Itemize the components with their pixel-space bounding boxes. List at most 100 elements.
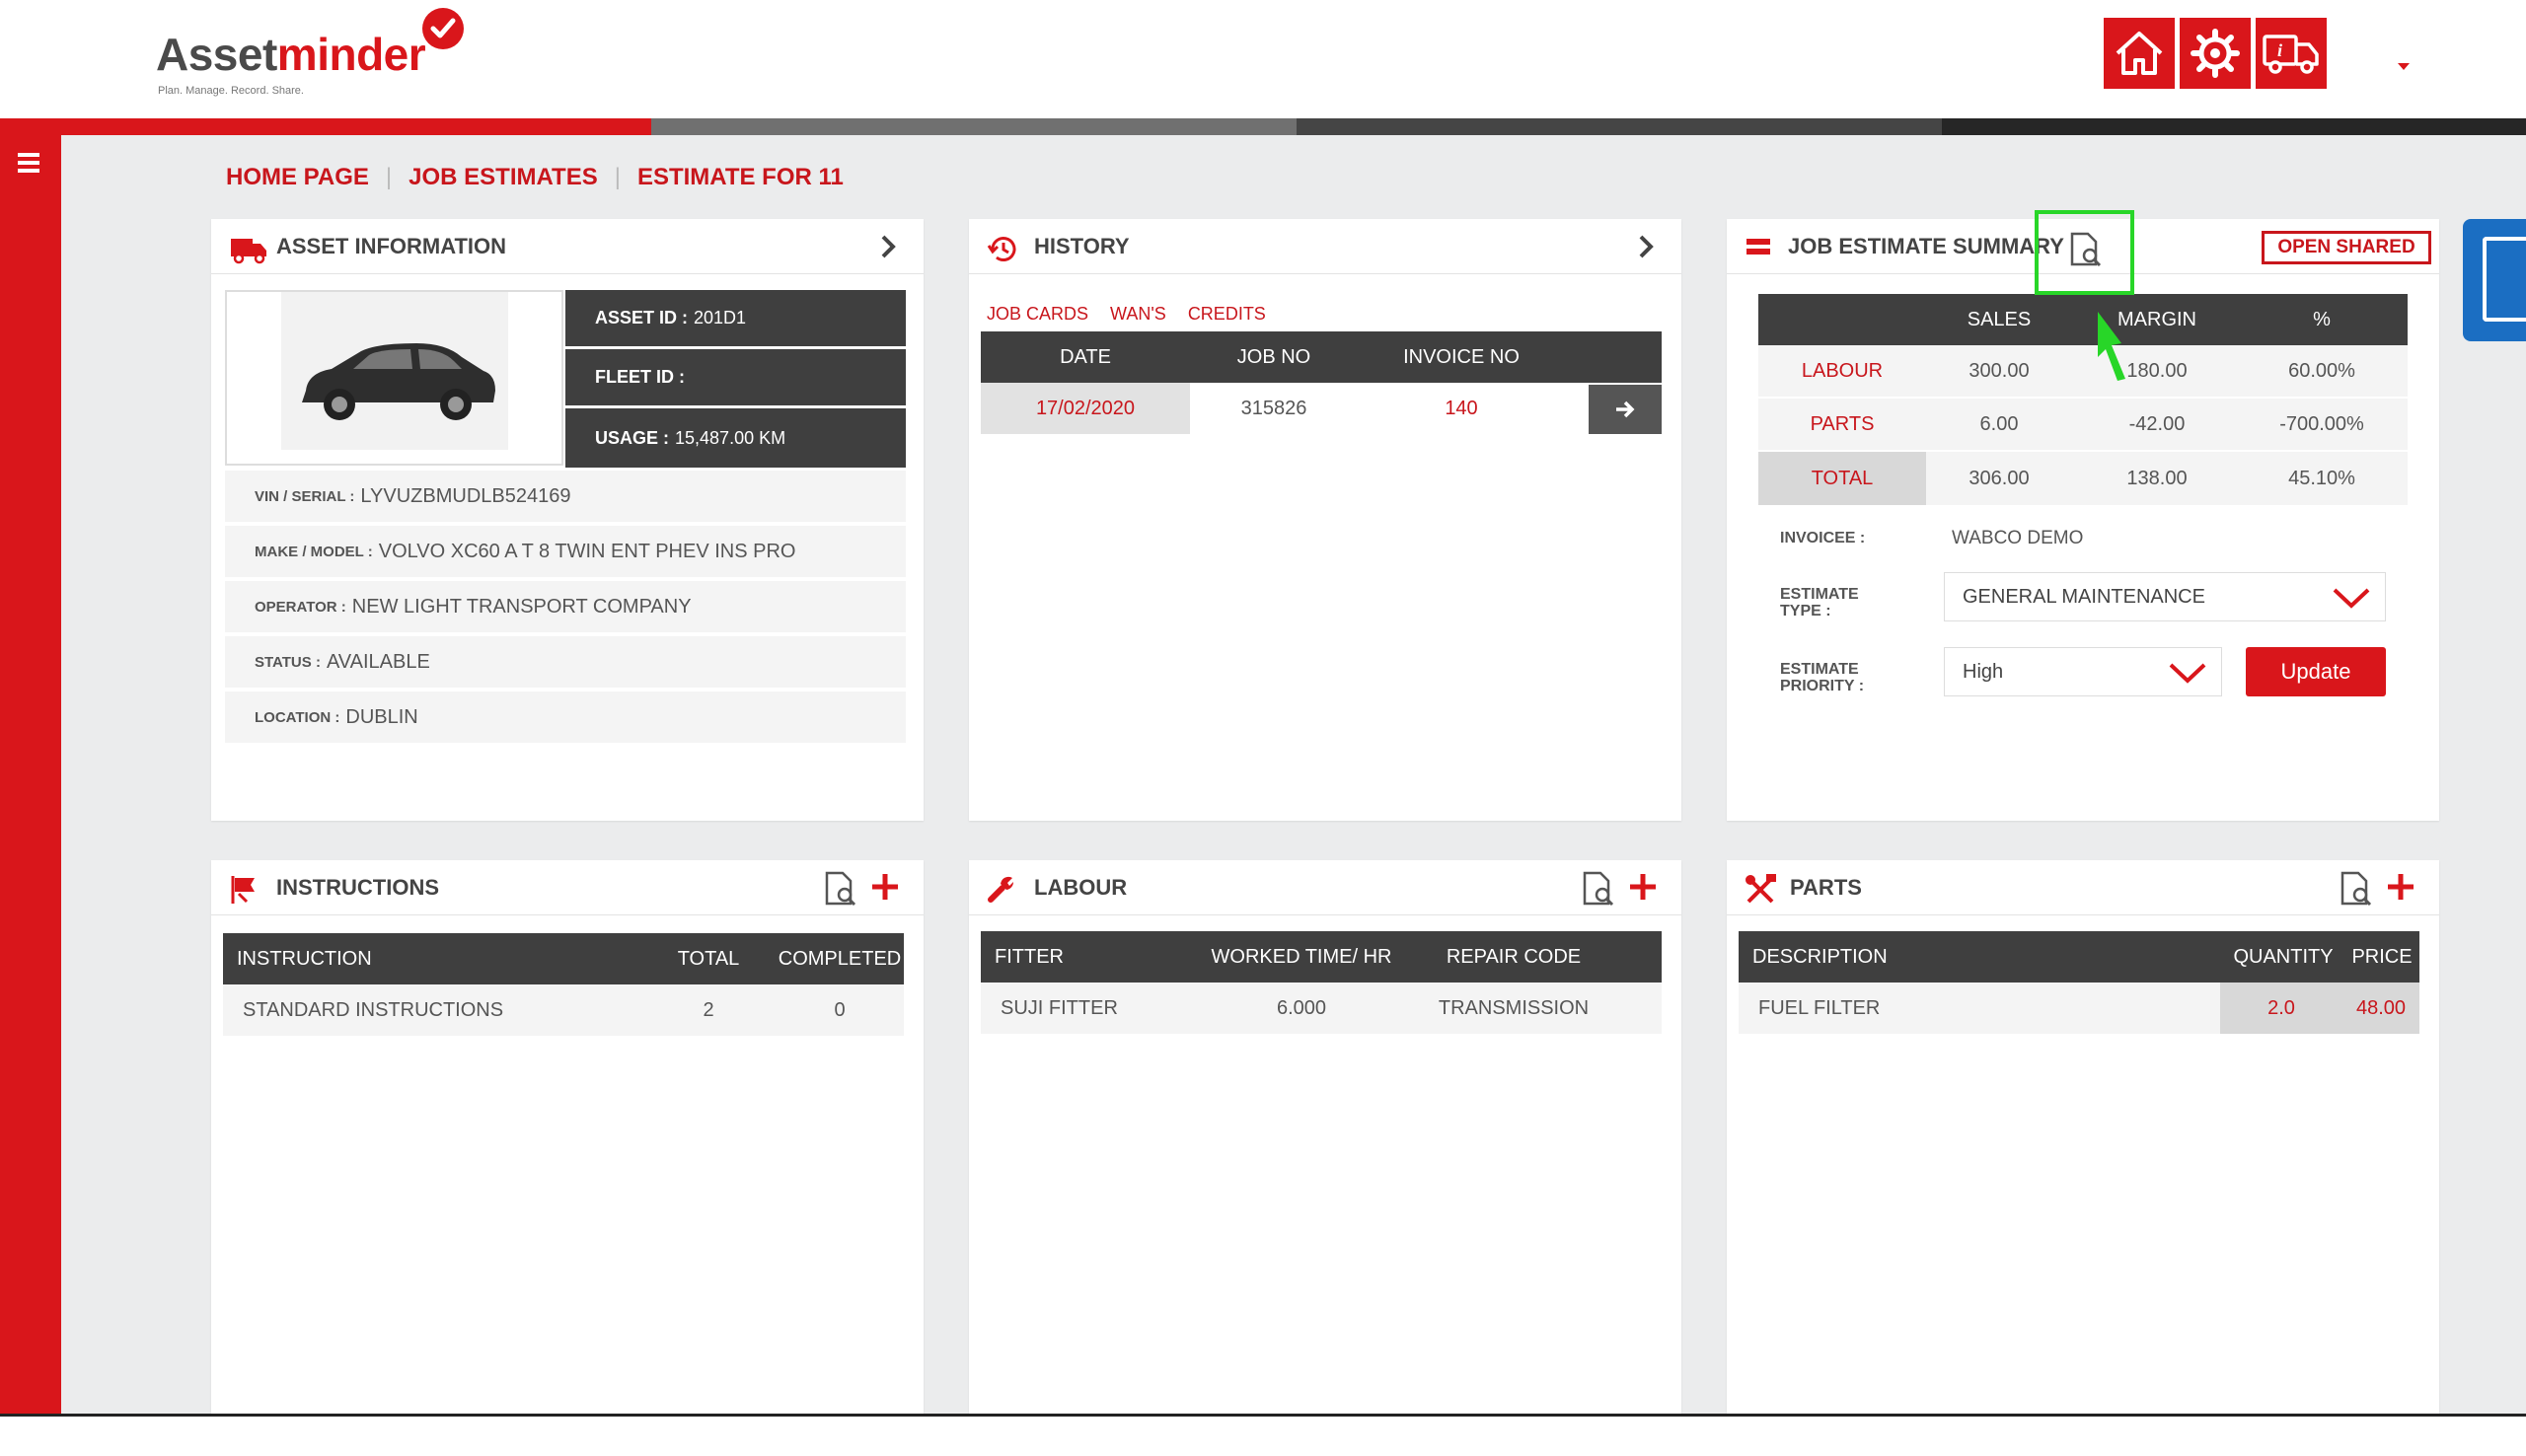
chevron-right-icon[interactable] xyxy=(1632,233,1660,260)
instructions-table-header: INSTRUCTION TOTAL COMPLETED xyxy=(223,933,904,984)
asset-panel-title: ASSET INFORMATION xyxy=(276,233,507,258)
menu-toggle-icon[interactable] xyxy=(18,153,41,173)
arrow-right-icon xyxy=(1616,400,1635,418)
status-row: STATUS : AVAILABLE xyxy=(225,636,906,690)
svg-text:i: i xyxy=(2277,40,2282,60)
asset-information-panel: ASSET INFORMATION ASSET ID :201D1 FLEET … xyxy=(211,219,924,821)
invoicee-label: INVOICEE : xyxy=(1780,530,1866,546)
bottom-border xyxy=(0,1414,2526,1417)
pointer-arrow-icon xyxy=(2098,312,2125,381)
tab-job-cards[interactable]: JOB CARDS xyxy=(987,304,1088,325)
highlight-box xyxy=(2035,210,2134,295)
fleet-id-cell: FLEET ID : xyxy=(565,349,906,408)
summary-row-total: TOTAL 306.00 138.00 45.10% xyxy=(1758,452,2408,505)
home-button[interactable] xyxy=(2104,18,2175,89)
wrench-icon xyxy=(987,874,1024,904)
estimate-type-select[interactable]: GENERAL MAINTENANCE xyxy=(1944,572,2386,621)
instructions-panel-header: INSTRUCTIONS xyxy=(211,860,924,915)
history-date: 17/02/2020 xyxy=(981,383,1190,434)
history-row[interactable]: 17/02/2020 315826 140 xyxy=(981,383,1662,434)
instructions-row[interactable]: STANDARD INSTRUCTIONS 2 0 xyxy=(223,984,904,1036)
sidebar xyxy=(0,135,61,1414)
operator-row: OPERATOR : NEW LIGHT TRANSPORT COMPANY xyxy=(225,581,906,634)
labour-panel: LABOUR FITTER WORKED TIME/ HR REPAIR COD… xyxy=(969,860,1681,1414)
add-icon[interactable] xyxy=(1628,872,1658,902)
tab-wans[interactable]: WAN'S xyxy=(1110,304,1166,325)
logo-wordmark: Assetminder xyxy=(156,29,426,80)
update-button[interactable]: Update xyxy=(2246,647,2386,696)
chevron-right-icon[interactable] xyxy=(874,233,902,260)
add-icon[interactable] xyxy=(870,872,900,902)
side-panel-tab[interactable] xyxy=(2463,219,2526,341)
history-job-no: 315826 xyxy=(1240,397,1307,419)
history-table-header: DATE JOB NO INVOICE NO xyxy=(981,331,1662,383)
settings-button[interactable] xyxy=(2180,18,2251,89)
estimate-priority-label: ESTIMATE PRIORITY : xyxy=(1780,661,1865,694)
estimate-priority-select[interactable]: High xyxy=(1944,647,2222,696)
parts-panel-title: PARTS xyxy=(1790,874,1862,900)
car-icon xyxy=(302,343,495,420)
parts-table-header: DESCRIPTION QUANTITY PRICE xyxy=(1739,931,2419,983)
summary-table-header: SALES MARGIN % xyxy=(1758,294,2408,345)
history-invoice-no[interactable]: 140 xyxy=(1358,398,1565,420)
instructions-panel: INSTRUCTIONS INSTRUCTION TOTAL COMPLETED… xyxy=(211,860,924,1414)
usage-cell: USAGE :15,487.00 KM xyxy=(565,408,906,468)
summary-row-parts: PARTS 6.00 -42.00 -700.00% xyxy=(1758,399,2408,452)
breadcrumb: HOME PAGE | JOB ESTIMATES | ESTIMATE FOR… xyxy=(226,164,844,191)
parts-row[interactable]: FUEL FILTER 2.0 48.00 xyxy=(1739,983,2419,1034)
breadcrumb-estimate[interactable]: ESTIMATE FOR 11 xyxy=(637,164,844,191)
estimate-type-label: ESTIMATE TYPE : xyxy=(1780,586,1859,619)
side-panel-icon xyxy=(2483,237,2526,322)
parts-panel: PARTS DESCRIPTION QUANTITY PRICE FUEL FI… xyxy=(1727,860,2439,1414)
document-search-icon[interactable] xyxy=(2337,870,2374,908)
history-panel-title: HISTORY xyxy=(1034,233,1130,258)
logo-check-icon xyxy=(422,8,464,49)
asset-id-cell: ASSET ID :201D1 xyxy=(565,290,906,349)
parts-panel-header: PARTS xyxy=(1727,860,2439,915)
instructions-flag-icon xyxy=(229,874,266,904)
breadcrumb-home[interactable]: HOME PAGE xyxy=(226,164,369,191)
labour-panel-title: LABOUR xyxy=(1034,874,1128,900)
header-stripe-grey xyxy=(651,118,1297,135)
document-search-icon[interactable] xyxy=(821,870,858,908)
settings-gear-icon xyxy=(2191,29,2240,78)
labour-panel-header: LABOUR xyxy=(969,860,1681,915)
tools-icon xyxy=(1745,874,1782,904)
history-panel-header: HISTORY xyxy=(969,219,1681,274)
vin-row: VIN / SERIAL : LYVUZBMUDLB524169 xyxy=(225,471,906,524)
breadcrumb-job-estimates[interactable]: JOB ESTIMATES xyxy=(409,164,598,191)
history-open-button[interactable] xyxy=(1589,385,1662,434)
history-tabs: JOB CARDS WAN'S CREDITS xyxy=(987,304,1266,325)
invoicee-value: WABCO DEMO xyxy=(1952,528,2084,548)
add-icon[interactable] xyxy=(2386,872,2415,902)
logo-tagline: Plan. Manage. Record. Share. xyxy=(158,85,304,97)
header-stripe-red xyxy=(0,118,651,135)
chevron-down-icon xyxy=(2333,588,2370,609)
instructions-panel-title: INSTRUCTIONS xyxy=(276,874,439,900)
header-stripe-darkgrey xyxy=(1297,118,1942,135)
asset-panel-header: ASSET INFORMATION xyxy=(211,219,924,274)
truck-icon xyxy=(229,233,266,264)
summary-row-labour: LABOUR 300.00 180.00 60.00% xyxy=(1758,345,2408,399)
labour-row[interactable]: SUJI FITTER 6.000 TRANSMISSION xyxy=(981,983,1662,1034)
truck-info-icon: i xyxy=(2263,35,2319,74)
top-header: Assetminder Plan. Manage. Record. Share.… xyxy=(0,0,2526,118)
history-panel: HISTORY JOB CARDS WAN'S CREDITS DATE JOB… xyxy=(969,219,1681,821)
summary-panel-title: JOB ESTIMATE SUMMARY xyxy=(1788,233,2064,258)
vehicle-info-button[interactable]: i xyxy=(2256,18,2327,89)
document-search-icon[interactable] xyxy=(1579,870,1616,908)
labour-table-header: FITTER WORKED TIME/ HR REPAIR CODE xyxy=(981,931,1662,983)
history-clock-icon xyxy=(987,233,1024,262)
make-model-row: MAKE / MODEL : VOLVO XC60 A T 8 TWIN ENT … xyxy=(225,526,906,579)
location-row: LOCATION : DUBLIN xyxy=(225,692,906,745)
assetminder-logo[interactable]: Assetminder Plan. Manage. Record. Share. xyxy=(156,8,472,99)
header-stripe-black xyxy=(1942,118,2526,135)
vehicle-image xyxy=(225,290,563,466)
chevron-down-icon xyxy=(2169,663,2206,684)
job-estimate-summary-panel: JOB ESTIMATE SUMMARY OPEN SHARED SALES M… xyxy=(1727,219,2439,821)
open-shared-button[interactable]: OPEN SHARED xyxy=(2262,231,2431,264)
home-icon xyxy=(2116,32,2163,75)
summary-lines-icon xyxy=(1745,237,1782,266)
tab-credits[interactable]: CREDITS xyxy=(1188,304,1266,325)
user-menu-caret-icon[interactable] xyxy=(2398,63,2410,70)
